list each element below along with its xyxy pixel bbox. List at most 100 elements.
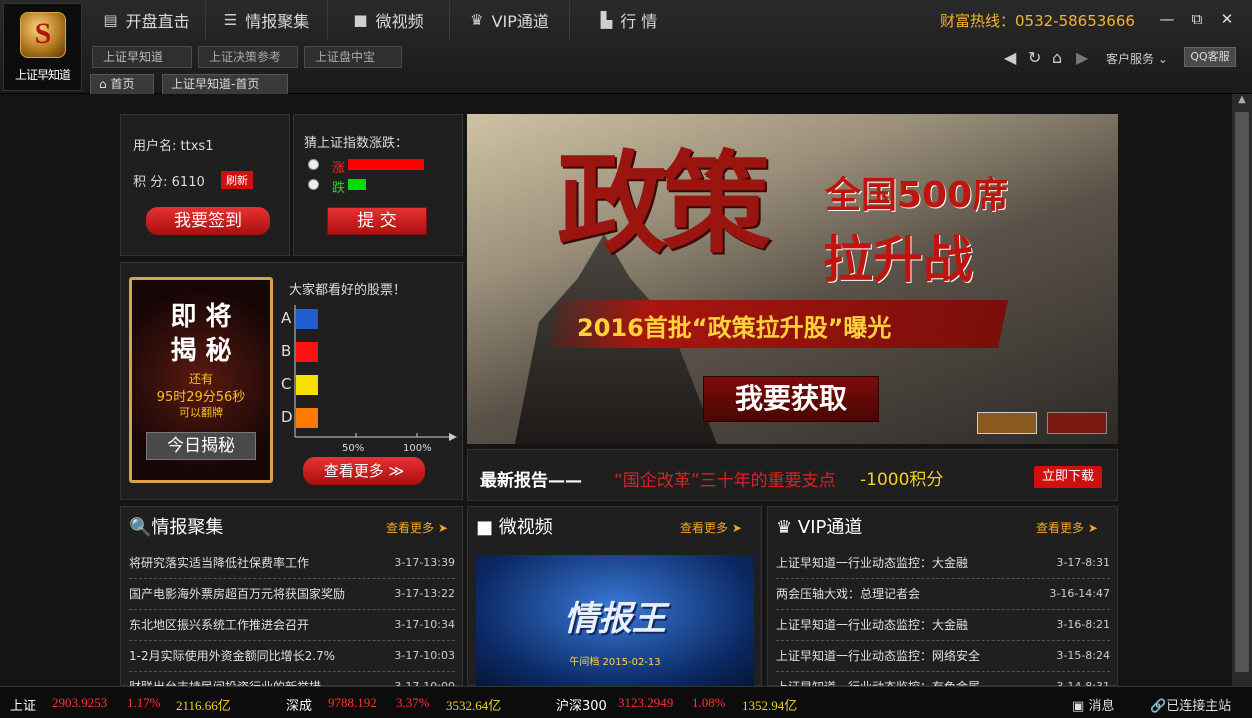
user-name: ttxs1 [180,139,214,154]
intel-more-link[interactable]: 查看更多 ➤ [386,519,448,536]
reveal-today-button[interactable]: 今日揭秘 [146,432,256,460]
banner-thumb-2[interactable] [1047,412,1107,434]
nav-tab-market[interactable]: ▙ 行 情 [570,0,688,40]
video-thumbnail[interactable]: 情报王 午间档 2015-02-13 [476,555,754,687]
scroll-up-icon[interactable]: ▲ [1235,94,1249,110]
sz-index-amount: 3532.64亿 [446,698,502,713]
list-item[interactable]: 两会压轴大戏：总理记者会 3-16-14:47 [776,579,1110,610]
minimize-icon[interactable]: — [1156,8,1178,30]
home-icon[interactable]: ⌂ [1052,48,1062,67]
scrollbar[interactable]: ▲ [1232,94,1252,686]
poll-bar-c [296,375,318,395]
nav-tab-intel[interactable]: ☰ 情报聚集 [206,0,328,40]
subtab-intraday[interactable]: 上证盘中宝 [304,46,402,68]
guess-down-label: 跌 [332,181,346,196]
video-section: ■ 微视频 查看更多 ➤ 情报王 午间档 2015-02-13 [467,506,762,687]
guess-down-bar [348,179,366,190]
guess-title: 猜上证指数涨跌： [304,136,409,151]
banner[interactable]: 政策 全国500席 拉升战 2016首批“政策拉升股”曝光 我要获取 [467,114,1118,444]
nav-tab-vip[interactable]: ♛ VIP通道 [450,0,570,40]
poll-category-label: B [281,342,291,360]
monitor-icon: ▤ [103,11,118,29]
nav-tab-open-live[interactable]: ▤ 开盘直击 [88,0,206,40]
banner-sub2: 拉升战 [823,231,973,289]
page-tab-home[interactable]: ⌂ 首页 [90,74,154,94]
report-title[interactable]: “国企改革”三十年的重要支点 [614,466,836,491]
banner-headline: 2016首批“政策拉升股”曝光 [577,314,892,342]
qq-service-button[interactable]: QQ客服 [1184,47,1236,67]
close-icon[interactable]: ✕ [1216,8,1238,30]
guess-up-label: 涨 [332,161,346,176]
list-item[interactable]: 东北地区振兴系统工作推进会召开 3-17-10:34 [129,610,455,641]
message-button[interactable]: ▣ 消息 [1072,695,1114,714]
subtab-decision[interactable]: 上证决策参考 [198,46,298,68]
customer-service-menu[interactable]: 客户服务 ⌄ [1106,50,1168,67]
user-panel: 用户名: ttxs1 积 分: 6110 刷新 我要签到 [120,114,290,256]
banner-sub1: 全国500席 [825,175,1009,216]
hs300-index-value: 3123.2949 [618,695,674,710]
crown-icon: ♛ [776,517,793,538]
refresh-points-button[interactable]: 刷新 [221,171,253,189]
user-name-label: 用户名: ttxs1 [133,139,214,154]
hs300-index-amount: 1352.94亿 [742,698,798,713]
vip-header: ♛ VIP通道 [776,517,863,538]
vip-section: ♛ VIP通道 查看更多 ➤ 上证早知道一行业动态监控：大金融 3-17-8:31… [767,506,1118,690]
reveal-line1: 即 将 [170,302,232,332]
search-icon: 🔍 [129,517,152,538]
list-icon: ☰ [223,11,238,29]
subtab-morning[interactable]: 上证早知道 [92,46,192,68]
user-points: 6110 [171,175,205,190]
list-item[interactable]: 将研究落实适当降低社保费率工作 3-17-13:39 [129,548,455,579]
logo-mark-icon [20,12,66,58]
list-item[interactable]: 国产电影海外票房超百万元将获国家奖励 3-17-13:22 [129,579,455,610]
banner-cta-button[interactable]: 我要获取 [703,376,879,422]
message-icon: ▣ [1072,699,1085,714]
intel-section: 🔍情报聚集 查看更多 ➤ 将研究落实适当降低社保费率工作 3-17-13:39 国… [120,506,463,690]
poll-chart: ABCD 50% 100% [281,305,457,454]
guess-up-radio[interactable] [308,159,319,170]
poll-x-tick-label: 50% [342,443,364,454]
video-icon: ■ [353,11,368,29]
hs300-index-name: 沪深300 [556,699,607,714]
scroll-thumb[interactable] [1235,112,1249,672]
poll-more-button[interactable]: 查看更多 ≫ [303,457,425,485]
list-item[interactable]: 上证早知道一行业动态监控：大金融 3-17-8:31 [776,548,1110,579]
page-tab-morning-home[interactable]: 上证早知道-首页 ✕ [162,74,288,110]
video-thumb-title: 情报王 [564,599,666,639]
poll-bar-b [296,342,318,362]
restore-icon[interactable]: ⧉ [1186,8,1208,30]
refresh-icon[interactable]: ↻ [1028,48,1041,67]
bar-chart-icon: ▙ [600,11,613,29]
back-icon[interactable]: ◀ [1004,48,1016,67]
video-more-link[interactable]: 查看更多 ➤ [680,519,742,536]
vip-more-link[interactable]: 查看更多 ➤ [1036,519,1098,536]
report-label: 最新报告—— [480,471,582,491]
intel-list: 将研究落实适当降低社保费率工作 3-17-13:39 国产电影海外票房超百万元将获… [129,548,455,690]
sign-in-button[interactable]: 我要签到 [146,207,270,235]
nav-tab-video[interactable]: ■ 微视频 [328,0,450,40]
list-item[interactable]: 上证早知道一行业动态监控：网络安全 3-15-8:24 [776,641,1110,672]
arrow-circle-icon: ➤ [731,521,742,535]
report-download-button[interactable]: 立即下载 [1034,466,1102,488]
poll-category-label: A [281,309,292,327]
hs300-index-pct: 1.08% [692,695,726,710]
guess-panel: 猜上证指数涨跌： 涨 跌 提 交 [293,114,463,256]
arrow-circle-icon: ➤ [437,521,448,535]
sh-index-pct: 1.17% [127,695,161,710]
guess-up-bar [348,159,424,170]
arrow-circle-icon: ➤ [1087,521,1098,535]
list-item[interactable]: 1-2月实际使用外资金额同比增长2.7% 3-17-10:03 [129,641,455,672]
banner-thumb-1[interactable] [977,412,1037,434]
guess-down-radio[interactable] [308,179,319,190]
sz-index-value: 9788.192 [328,695,377,710]
guess-submit-button[interactable]: 提 交 [327,207,427,235]
reveal-poll-panel: 即 将 揭 秘 还有 95时29分56秒 可以翻牌 今日揭秘 大家都看好的股票！… [120,262,463,500]
connection-status[interactable]: 🔗已连接主站 [1150,695,1231,714]
logo-text: 上证早知道 [14,68,71,82]
vip-list: 上证早知道一行业动态监控：大金融 3-17-8:31 两会压轴大戏：总理记者会 3-… [776,548,1110,690]
forward-icon[interactable]: ▶ [1076,48,1088,67]
reveal-card[interactable]: 即 将 揭 秘 还有 95时29分56秒 可以翻牌 今日揭秘 [129,277,273,483]
video-thumb-date: 午间档 2015-02-13 [569,657,661,668]
hotline-text: 财富热线：0532-58653666 [940,12,1135,30]
list-item[interactable]: 上证早知道一行业动态监控：大金融 3-16-8:21 [776,610,1110,641]
